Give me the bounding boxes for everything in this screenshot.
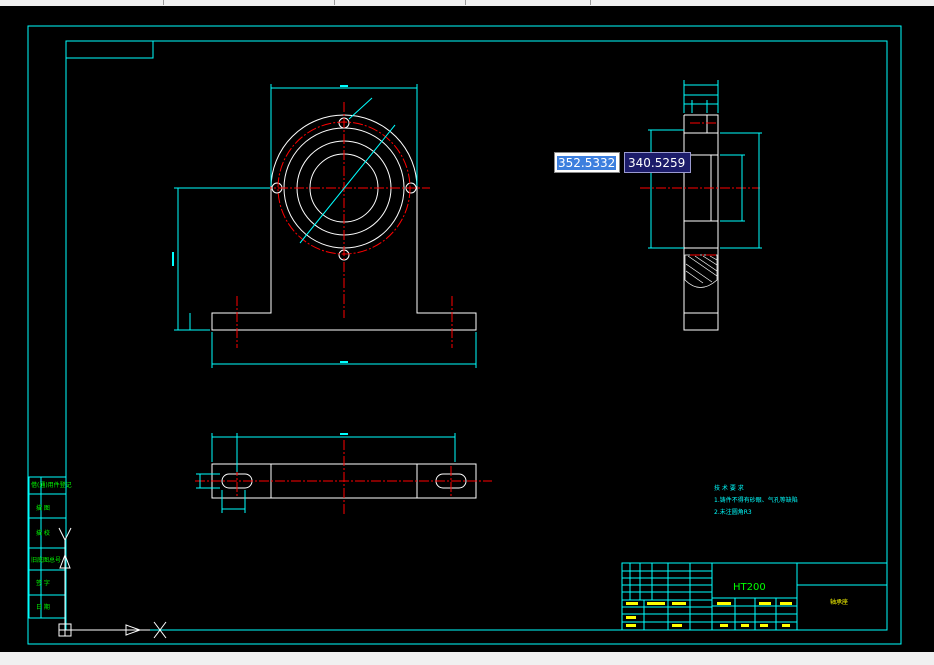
tech-requirements-line-1: 1.铸件不得有砂眼、气孔等缺陷 [714,496,798,504]
right-edge-area [904,6,934,652]
x-coordinate-value: 352.5332 [557,156,617,170]
front-view [172,84,477,368]
status-bar [0,652,934,665]
side-table-row-1: 借(通)用件登记 [31,481,72,489]
material-label: HT200 [733,582,766,593]
drawing-frame [27,25,902,645]
cad-drawing-canvas[interactable]: HT200 轴承座 借(通)用件登记 描 图 描 校 旧底图总号 签 字 日 期… [0,0,934,665]
side-table-row-2: 描 图 [36,504,50,512]
ucs-icon [58,527,167,639]
x-coordinate-input[interactable]: 352.5332 [554,152,620,173]
part-name-label: 轴承座 [830,598,848,606]
side-table-row-6: 日 期 [36,603,50,611]
y-coordinate-input[interactable]: 340.5259 [624,152,691,173]
tech-requirements-line-2: 2.未注圆角R3 [714,508,752,516]
side-view [640,80,762,331]
side-table-row-4: 旧底图总号 [31,556,61,564]
side-table-row-5: 签 字 [36,579,50,587]
top-view [195,433,492,515]
tech-requirements-heading: 技 术 要 求 [714,484,744,492]
side-table-row-3: 描 校 [36,529,50,537]
